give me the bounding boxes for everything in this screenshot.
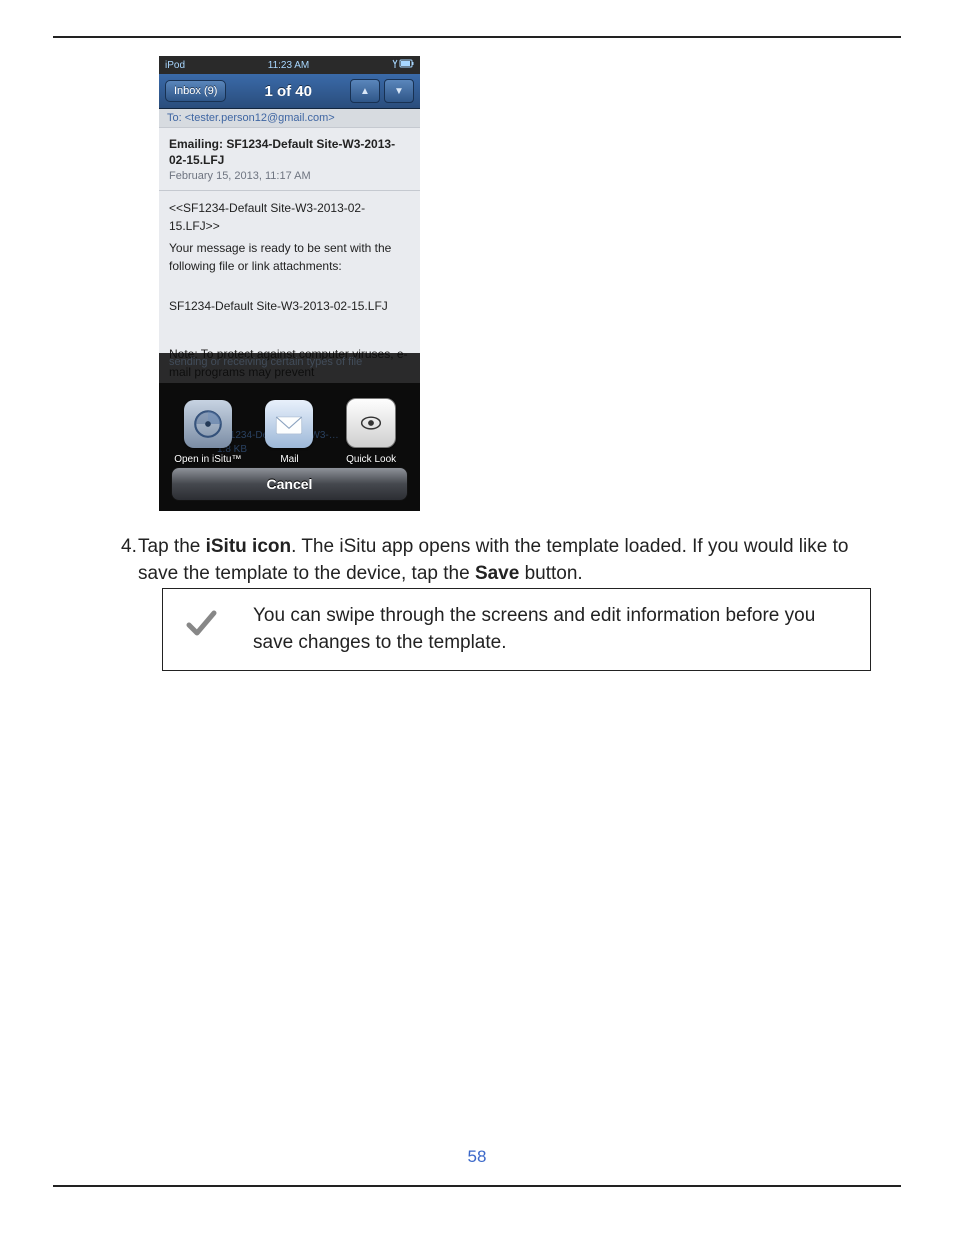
instr-t3: button. [519, 563, 582, 584]
up-arrow-button[interactable]: ▲ [350, 79, 380, 103]
quick-look-label: Quick Look [346, 454, 396, 465]
status-bar: iPod 11:23 AM [159, 56, 420, 74]
tip-text: You can swipe through the screens and ed… [253, 605, 815, 653]
isitu-label: Open in iSitu™ [174, 454, 241, 465]
nav-arrows: ▲ ▼ [350, 79, 414, 103]
device-label: iPod [165, 60, 185, 71]
message-header: Emailing: SF1234-Default Site-W3-2013-02… [159, 127, 420, 191]
body-intro: Your message is ready to be sent with th… [169, 239, 410, 275]
instr-b1: iSitu icon [206, 536, 292, 557]
mail-label: Mail [280, 454, 298, 465]
body-file: SF1234-Default Site-W3-2013-02-15.LFJ [169, 297, 410, 315]
inbox-button[interactable]: Inbox (9) [165, 80, 226, 102]
checkmark-icon [185, 607, 217, 639]
body-tag: <<SF1234-Default Site-W3-2013-02-15.LFJ>… [169, 199, 410, 235]
nav-title: 1 of 40 [264, 83, 312, 100]
subject: Emailing: SF1234-Default Site-W3-2013-02… [169, 136, 410, 168]
bg-text-1: sending or receiving certain types of fi… [169, 355, 362, 370]
action-sheet-overlay: sending or receiving certain types of fi… [159, 353, 420, 511]
quick-look-action[interactable]: Quick Look [332, 398, 410, 465]
step-number: 4. [121, 534, 137, 561]
mail-app-icon [265, 400, 313, 448]
quick-look-icon [346, 398, 396, 448]
cancel-button[interactable]: Cancel [171, 467, 408, 501]
tip-box: You can swipe through the screens and ed… [162, 588, 871, 671]
message-date: February 15, 2013, 11:17 AM [169, 170, 410, 182]
to-field: To: <tester.person12@gmail.com> [159, 109, 420, 127]
nav-bar: Inbox (9) 1 of 40 ▲ ▼ [159, 74, 420, 109]
mail-action[interactable]: Mail [250, 400, 328, 465]
phone-screenshot: iPod 11:23 AM Inbox (9) 1 of 40 ▲ ▼ [159, 56, 420, 511]
open-in-isitu-action[interactable]: Open in iSitu™ [169, 400, 247, 465]
instruction-step-4: 4. Tap the iSitu icon. The iSitu app ope… [138, 534, 871, 587]
status-time: 11:23 AM [268, 60, 310, 71]
instr-b2: Save [475, 563, 519, 584]
status-icons [392, 59, 414, 72]
page-number: 58 [53, 1147, 901, 1167]
action-sheet-apps: Open in iSitu™ Mail [159, 398, 420, 465]
isitu-app-icon [184, 400, 232, 448]
down-arrow-button[interactable]: ▼ [384, 79, 414, 103]
instr-t1: Tap the [138, 536, 206, 557]
